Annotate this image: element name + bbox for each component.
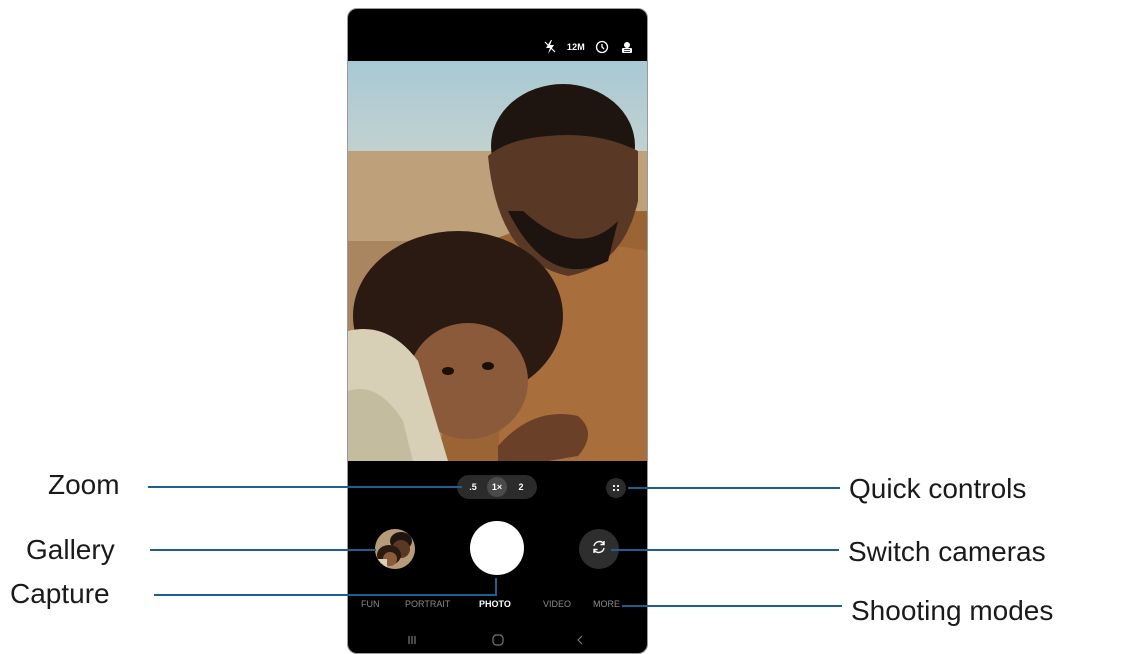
status-bar: 12M (542, 39, 635, 55)
callout-zoom-line (148, 486, 462, 488)
settings-icon[interactable] (619, 39, 635, 55)
zoom-selector[interactable]: .5 1× 2 (457, 475, 537, 499)
dots-icon (612, 479, 620, 497)
shooting-modes-bar: FUN PORTRAIT PHOTO VIDEO MORE (348, 599, 647, 613)
mode-fun[interactable]: FUN (361, 599, 380, 609)
home-icon[interactable] (487, 629, 509, 651)
mode-video[interactable]: VIDEO (543, 599, 571, 609)
zoom-option-0.5x[interactable]: .5 (463, 477, 483, 497)
callout-gallery: Gallery (26, 534, 115, 565)
zoom-option-2x[interactable]: 2 (511, 477, 531, 497)
callout-capture-stem (495, 578, 497, 596)
callout-shooting-modes-line (622, 605, 842, 607)
mode-more[interactable]: MORE (593, 599, 620, 609)
callout-capture-line (154, 594, 497, 596)
mode-portrait[interactable]: PORTRAIT (405, 599, 450, 609)
callout-switch-cameras-line (611, 549, 839, 551)
capture-button[interactable] (470, 521, 524, 575)
navigation-bar (348, 629, 647, 651)
mode-photo[interactable]: PHOTO (479, 599, 511, 609)
callout-capture: Capture (10, 578, 110, 609)
callout-shooting-modes: Shooting modes (851, 595, 1054, 626)
phone-frame: 12M .5 1× 2 FUN PORTRAIT PHOTO VIDEO MOR… (347, 8, 648, 654)
switch-camera-icon (590, 538, 608, 561)
flash-off-icon[interactable] (542, 39, 558, 55)
camera-viewfinder[interactable] (348, 61, 647, 461)
recents-icon[interactable] (401, 629, 423, 651)
callout-quick-controls-line (628, 487, 840, 489)
gallery-thumbnail[interactable] (375, 529, 415, 569)
callout-zoom: Zoom (48, 469, 120, 500)
quick-controls-button[interactable] (606, 478, 626, 498)
callout-quick-controls: Quick controls (849, 473, 1027, 504)
timer-icon[interactable] (594, 39, 610, 55)
callout-gallery-line (150, 549, 376, 551)
back-icon[interactable] (569, 629, 591, 651)
zoom-option-1x[interactable]: 1× (487, 477, 507, 497)
callout-switch-cameras: Switch cameras (848, 536, 1046, 567)
resolution-label[interactable]: 12M (567, 42, 585, 52)
